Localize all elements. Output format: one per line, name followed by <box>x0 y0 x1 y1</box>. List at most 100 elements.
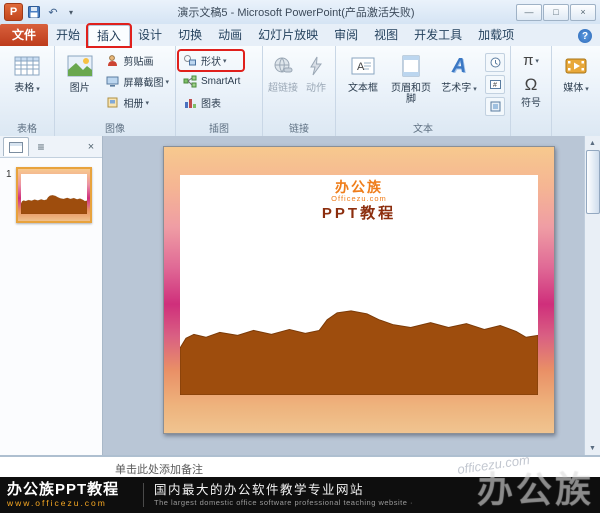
tab-developer[interactable]: 开发工具 <box>406 25 470 46</box>
clipart-icon <box>104 54 120 68</box>
undo-button[interactable]: ↶ <box>45 4 61 20</box>
window-controls: — □ × <box>516 4 600 21</box>
save-button[interactable] <box>26 4 42 20</box>
action-icon <box>307 52 325 80</box>
illustrations-buttons: 形状 ▾ SmartArt 图表 <box>179 49 243 112</box>
slide-number-button[interactable]: # <box>485 75 505 94</box>
screenshot-button[interactable]: 屏幕截图 ▾ <box>101 72 172 91</box>
footer-url: www.officezu.com <box>7 499 133 508</box>
symbol-label: 符号 <box>521 98 541 109</box>
outline-tab[interactable]: ≡ <box>29 138 53 156</box>
clipart-button[interactable]: 剪贴画 <box>101 51 172 70</box>
action-label: 动作 <box>306 83 326 94</box>
workspace: ≡ × 1 办公族 Offic <box>0 136 600 455</box>
action-button[interactable]: 动作 <box>300 49 332 115</box>
dropdown-arrow-icon: ▾ <box>36 86 40 93</box>
title-bar: P ↶ ▾ 演示文稿5 - Microsoft PowerPoint(产品激活失… <box>0 0 600 25</box>
svg-text:A: A <box>357 61 365 73</box>
textbox-label: 文本框 <box>348 83 378 94</box>
tab-insert[interactable]: 插入 <box>88 25 130 46</box>
group-label-images: 图像 <box>55 120 175 135</box>
thumbnail-row: 1 <box>0 158 102 223</box>
ribbon-group-images: 图片 剪贴画 屏幕截图 ▾ <box>55 46 176 136</box>
symbol-icon: Ω <box>525 75 538 95</box>
scroll-up-icon[interactable]: ▲ <box>589 136 596 150</box>
group-label-text: 文本 <box>336 120 510 135</box>
help-icon[interactable]: ? <box>578 29 592 43</box>
clock-icon <box>490 57 501 68</box>
shapes-label: 形状 <box>201 53 221 68</box>
close-pane-icon[interactable]: × <box>84 141 98 153</box>
slide-logo-text: 办公族 <box>180 180 538 195</box>
slide-title-text: PPT教程 <box>180 206 538 223</box>
maximize-button[interactable]: □ <box>543 4 569 21</box>
symbol-button[interactable]: Ω 符号 <box>514 72 548 114</box>
tab-slideshow[interactable]: 幻灯片放映 <box>250 25 326 46</box>
dropdown-arrow-icon: ▾ <box>535 57 539 65</box>
table-button[interactable]: 表格▾ <box>3 49 51 115</box>
scrollbar-thumb[interactable] <box>586 150 600 214</box>
equation-button[interactable]: π ▾ <box>514 51 548 70</box>
slide-canvas[interactable]: 办公族 Officezu.com PPT教程 <box>103 136 584 455</box>
smartart-button[interactable]: SmartArt <box>179 72 243 91</box>
hyperlink-icon <box>272 52 294 80</box>
ribbon-group-symbols: π ▾ Ω 符号 <box>511 46 552 136</box>
object-button[interactable] <box>485 97 505 116</box>
chart-button[interactable]: 图表 <box>179 93 243 112</box>
close-button[interactable]: × <box>570 4 596 21</box>
save-icon <box>28 6 40 18</box>
media-button[interactable]: 媒体▾ <box>555 49 597 115</box>
slides-tab[interactable] <box>3 137 29 156</box>
textbox-icon: A <box>351 52 375 80</box>
symbols-buttons: π ▾ Ω 符号 <box>514 49 548 114</box>
minimize-button[interactable]: — <box>516 4 542 21</box>
table-icon <box>14 52 40 80</box>
dropdown-arrow-icon: ▾ <box>585 86 589 93</box>
textbox-button[interactable]: A 文本框 <box>339 49 387 115</box>
date-time-button[interactable] <box>485 53 505 72</box>
header-footer-label: 页眉和页脚 <box>387 83 435 105</box>
photo-album-button[interactable]: 相册 ▾ <box>101 93 172 112</box>
footer-banner: 办公族PPT教程 www.officezu.com 国内最大的办公软件教学专业网… <box>0 477 600 513</box>
tab-view[interactable]: 视图 <box>366 25 406 46</box>
notes-pane[interactable]: 单击此处添加备注 officezu.com <box>0 455 600 477</box>
slide[interactable]: 办公族 Officezu.com PPT教程 <box>163 146 555 434</box>
hyperlink-button[interactable]: 超链接 <box>266 49 300 115</box>
tab-animations[interactable]: 动画 <box>210 25 250 46</box>
slide-brown-shape[interactable] <box>180 305 538 395</box>
tab-transitions[interactable]: 切换 <box>170 25 210 46</box>
footer-tagline-en: The largest domestic office software pro… <box>154 499 600 507</box>
shapes-button[interactable]: 形状 ▾ <box>179 51 243 70</box>
picture-button[interactable]: 图片 <box>58 49 101 115</box>
chart-label: 图表 <box>201 95 221 110</box>
footer-brand: 办公族PPT教程 <box>7 482 133 497</box>
notes-placeholder: 单击此处添加备注 <box>115 461 203 477</box>
tab-review[interactable]: 审阅 <box>326 25 366 46</box>
ribbon-group-text: A 文本框 页眉和页脚 A 艺术字▾ # <box>336 46 511 136</box>
wordart-button[interactable]: A 艺术字▾ <box>435 49 483 115</box>
tab-design[interactable]: 设计 <box>130 25 170 46</box>
notes-watermark: officezu.com <box>456 452 530 477</box>
chart-icon <box>182 96 198 110</box>
header-footer-button[interactable]: 页眉和页脚 <box>387 49 435 115</box>
panel-tabs: ≡ × <box>0 136 102 158</box>
ribbon-group-tables: 表格▾ 表格 <box>0 46 55 136</box>
slide-logo-subtext: Officezu.com <box>180 195 538 203</box>
hyperlink-label: 超链接 <box>268 83 298 94</box>
slide-1-thumbnail[interactable] <box>16 167 92 223</box>
tab-addins[interactable]: 加载项 <box>470 25 522 46</box>
quick-access-toolbar: P ↶ ▾ <box>0 3 76 21</box>
slide-number-icon: # <box>490 79 501 90</box>
media-icon <box>565 52 587 80</box>
object-icon <box>490 101 501 112</box>
header-footer-icon <box>401 52 421 80</box>
window-title: 演示文稿5 - Microsoft PowerPoint(产品激活失败) <box>76 4 516 20</box>
tab-file[interactable]: 文件 <box>0 24 48 46</box>
vertical-scrollbar[interactable]: ▲ ▼ <box>584 136 600 455</box>
scroll-down-icon[interactable]: ▼ <box>589 441 596 455</box>
tab-home[interactable]: 开始 <box>48 25 88 46</box>
svg-text:#: # <box>493 82 497 89</box>
powerpoint-app-icon[interactable]: P <box>4 3 23 21</box>
group-label-illustrations: 插图 <box>176 120 262 135</box>
qat-dropdown-icon[interactable]: ▾ <box>66 4 76 20</box>
